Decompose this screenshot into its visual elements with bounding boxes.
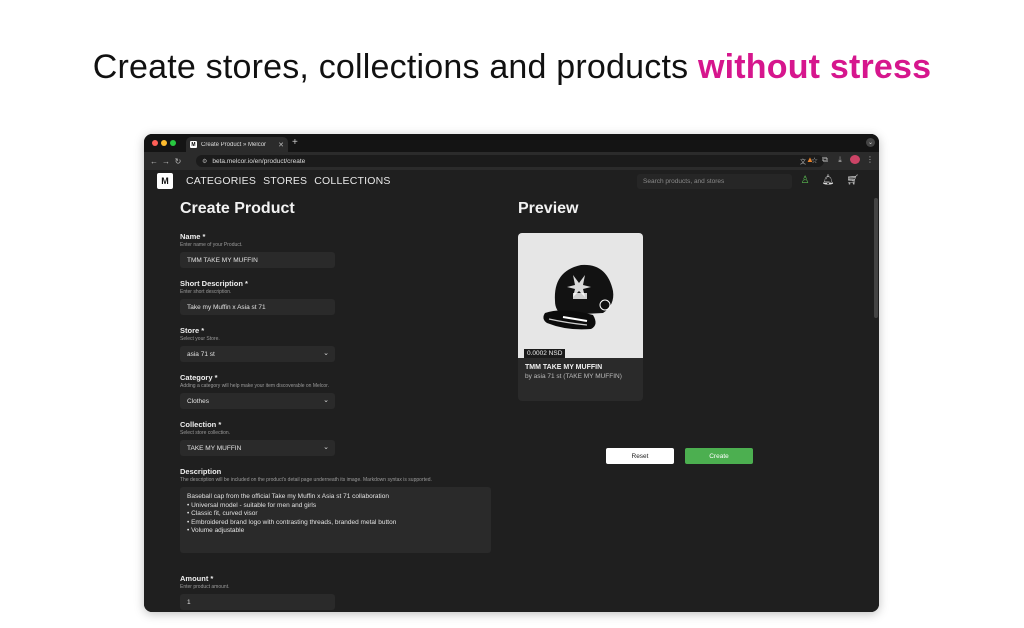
metamask-icon[interactable]: ▲ xyxy=(805,155,815,166)
nav-link-collections[interactable]: COLLECTIONS xyxy=(314,175,390,187)
tab-close-icon[interactable]: ✕ xyxy=(278,141,284,149)
profile-icon[interactable] xyxy=(850,155,860,166)
amount-label: Amount * xyxy=(180,574,214,583)
url-text: beta.melcor.io/en/product/create xyxy=(212,157,306,165)
extensions-icon[interactable]: ⧉ xyxy=(820,155,830,166)
collection-field: Collection * Select store collection. TA… xyxy=(180,420,500,456)
amount-field: Amount * Enter product amount. 1 xyxy=(180,574,500,610)
minimize-window-button[interactable] xyxy=(161,140,167,146)
amount-help: Enter product amount. xyxy=(180,584,230,590)
page-title: Create Product xyxy=(180,200,295,217)
name-field: Name * Enter name of your Product. TMM T… xyxy=(180,232,500,268)
category-label: Category * xyxy=(180,373,218,382)
menu-icon[interactable]: ⋮ xyxy=(865,155,875,166)
form-actions: Reset Create xyxy=(606,448,753,464)
description-line: • Classic fit, curved visor xyxy=(187,510,258,518)
headline-accent: without stress xyxy=(697,48,932,86)
browser-tab[interactable]: M Create Product » Melcor ✕ xyxy=(186,137,288,152)
tab-title: Create Product » Melcor xyxy=(201,141,267,148)
chevron-down-icon: ⌄ xyxy=(323,397,329,404)
description-line: • Embroidered brand logo with contrastin… xyxy=(187,518,397,526)
search-input[interactable]: Search products, and stores xyxy=(637,174,792,189)
name-input[interactable]: TMM TAKE MY MUFFIN xyxy=(180,252,335,268)
preview-panel: Preview 0.0002 NSD TMM TAKE MY MUFFIN by… xyxy=(518,200,753,464)
tab-search-icon[interactable]: ⌄ xyxy=(866,138,875,147)
description-line: • Volume adjustable xyxy=(187,527,245,535)
product-card[interactable]: 0.0002 NSD TMM TAKE MY MUFFIN by asia 71… xyxy=(518,233,643,401)
url-field[interactable]: ⚙ beta.melcor.io/en/product/create 文 ☆ xyxy=(196,155,824,167)
page-scrollbar[interactable] xyxy=(874,198,878,318)
tab-favicon-icon: M xyxy=(190,141,197,148)
price-label: 0.0002 NSD xyxy=(524,349,566,358)
description-textarea[interactable]: Baseball cap from the official Take my M… xyxy=(180,487,491,553)
melcor-logo[interactable]: M xyxy=(157,173,173,189)
maximize-window-button[interactable] xyxy=(170,140,176,146)
baseball-cap-image xyxy=(543,264,614,330)
store-select[interactable]: asia 71 st ⌄ xyxy=(180,346,335,362)
category-field: Category * Adding a category will help m… xyxy=(180,373,500,409)
short-description-input[interactable]: Take my Muffin x Asia st 71 xyxy=(180,299,335,315)
chevron-down-icon: ⌄ xyxy=(323,350,329,357)
description-field: Description The description will be incl… xyxy=(180,467,500,553)
description-line: Baseball cap from the official Take my M… xyxy=(187,493,389,500)
back-icon[interactable]: ← xyxy=(148,157,160,166)
chevron-down-icon: ⌄ xyxy=(323,444,329,451)
nav-link-categories[interactable]: CATEGORIES xyxy=(186,175,256,187)
short-description-help: Enter short description. xyxy=(180,289,232,295)
site-navbar: M CATEGORIES STORES COLLECTIONS Search p… xyxy=(144,170,879,192)
new-tab-icon[interactable]: + xyxy=(292,137,298,149)
store-select-value: asia 71 st xyxy=(187,350,215,358)
name-label: Name * xyxy=(180,232,206,241)
category-select[interactable]: Clothes ⌄ xyxy=(180,393,335,409)
site-info-icon[interactable]: ⚙ xyxy=(202,158,207,165)
store-help: Select your Store. xyxy=(180,336,220,342)
short-description-field: Short Description * Enter short descript… xyxy=(180,279,500,315)
bell-icon[interactable]: 🔔︎ xyxy=(822,175,835,186)
reload-icon[interactable]: ↻ xyxy=(172,157,184,166)
preview-byline: by asia 71 st (TAKE MY MUFFIN) xyxy=(525,373,622,380)
forward-icon[interactable]: → xyxy=(160,157,172,166)
name-help: Enter name of your Product. xyxy=(180,242,243,248)
product-image: 0.0002 NSD xyxy=(518,233,643,358)
category-help: Adding a category will help make your it… xyxy=(180,383,329,389)
description-line: • Universal model - suitable for men and… xyxy=(187,501,317,509)
navbar-icons: ♙ 🔔︎ 🛒︎ xyxy=(801,175,859,186)
browser-window: M Create Product » Melcor ✕ + ⌄ ← → ↻ ⚙ … xyxy=(144,134,879,612)
amount-input[interactable]: 1 xyxy=(180,594,335,610)
cart-icon[interactable]: 🛒︎ xyxy=(846,175,859,186)
download-icon[interactable]: ⤓ xyxy=(835,155,845,166)
headline: Create stores, collections and products … xyxy=(0,48,1024,87)
short-description-label: Short Description * xyxy=(180,279,248,288)
preview-product-title: TMM TAKE MY MUFFIN xyxy=(525,364,603,371)
store-label: Store * xyxy=(180,326,205,335)
user-icon[interactable]: ♙ xyxy=(801,175,810,186)
store-field: Store * Select your Store. asia 71 st ⌄ xyxy=(180,326,500,362)
create-button[interactable]: Create xyxy=(685,448,753,464)
description-label: Description xyxy=(180,467,222,476)
collection-help: Select store collection. xyxy=(180,430,231,436)
collection-select-value: TAKE MY MUFFIN xyxy=(187,444,242,452)
collection-label: Collection * xyxy=(180,420,222,429)
category-select-value: Clothes xyxy=(187,397,210,405)
create-product-form: Create Product Name * Enter name of your… xyxy=(180,200,500,612)
extension-icons: ▲ ⧉ ⤓ ⋮ xyxy=(805,155,875,166)
close-window-button[interactable] xyxy=(152,140,158,146)
headline-text: Create stores, collections and products xyxy=(92,48,698,86)
preview-title: Preview xyxy=(518,200,579,217)
reset-button[interactable]: Reset xyxy=(606,448,674,464)
site-content: M CATEGORIES STORES COLLECTIONS Search p… xyxy=(144,170,879,612)
address-bar-row: ← → ↻ ⚙ beta.melcor.io/en/product/create… xyxy=(144,152,879,170)
tab-bar: M Create Product » Melcor ✕ + ⌄ xyxy=(144,134,879,152)
description-help: The description will be included on the … xyxy=(180,477,432,483)
nav-link-stores[interactable]: STORES xyxy=(263,175,307,187)
collection-select[interactable]: TAKE MY MUFFIN ⌄ xyxy=(180,440,335,456)
